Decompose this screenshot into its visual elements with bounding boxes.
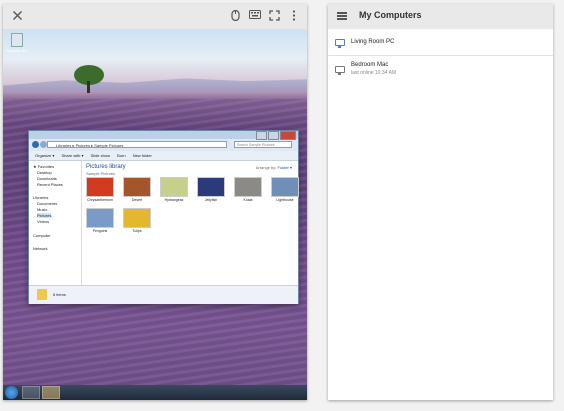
thumbnail-image	[197, 177, 225, 197]
wallpaper-mountains	[3, 78, 307, 91]
organize-menu[interactable]: Organize ▾	[35, 153, 54, 158]
computer-item-bedroom[interactable]: Bedroom Mac last online 10:34 AM	[328, 61, 553, 89]
folder-icon	[37, 289, 47, 300]
thumbnail-item[interactable]: Lighthouse	[271, 177, 299, 202]
computers-panel: My Computers Living Room PC Bedroom Mac …	[328, 4, 553, 400]
explorer-titlebar[interactable]	[29, 131, 298, 140]
thumbnail-item[interactable]: Penguins	[86, 208, 114, 233]
arrange-by-label: Arrange by:	[255, 165, 277, 170]
thumbnail-item[interactable]: Tulips	[123, 208, 151, 233]
recycle-bin-label: Recycle Bin	[6, 48, 28, 53]
burn-button[interactable]: Burn	[117, 153, 125, 158]
nav-network[interactable]: Network	[33, 246, 48, 251]
thumbnail-image	[123, 177, 151, 197]
arrange-by-value[interactable]: Folder ▾	[278, 165, 292, 170]
windows-taskbar	[3, 385, 307, 400]
window-close-button[interactable]	[280, 131, 296, 140]
recycle-bin-icon	[11, 33, 23, 47]
app-header: My Computers	[328, 4, 553, 29]
thumbnail-image	[271, 177, 299, 197]
remote-desktop[interactable]: Recycle Bin Libraries ▸ Pictures ▸ Sampl…	[3, 29, 307, 400]
thumbnail-item[interactable]: Koala	[234, 177, 262, 202]
keyboard-icon[interactable]	[248, 10, 261, 23]
close-icon[interactable]	[11, 10, 24, 23]
arrange-by[interactable]: Arrange by: Folder ▾	[256, 165, 292, 170]
library-subtitle: Sample Pictures	[86, 171, 116, 176]
explorer-details-pane: 8 items	[29, 285, 298, 304]
thumbnail-caption: Lighthouse	[276, 198, 294, 202]
explorer-nav-pane: ★ Favorites Desktop Downloads Recent Pla…	[29, 161, 82, 285]
taskbar-explorer[interactable]	[42, 386, 60, 399]
computer-name: Living Room PC	[351, 39, 395, 45]
slide-show-button[interactable]: Slide show	[91, 153, 110, 158]
explorer-search-input[interactable]: Search Sample Pictures	[234, 141, 292, 148]
nav-videos[interactable]: Videos	[37, 219, 49, 224]
nav-favorites[interactable]: ★ Favorites	[33, 164, 54, 169]
start-button[interactable]	[5, 386, 18, 399]
thumbnail-image	[86, 177, 114, 197]
nav-documents[interactable]: Documents	[37, 201, 57, 206]
thumbnail-item[interactable]: Hydrangeas	[160, 177, 188, 202]
nav-recent-places[interactable]: Recent Places	[37, 182, 63, 187]
share-with-menu[interactable]: Share with ▾	[61, 153, 83, 158]
menu-icon[interactable]	[337, 12, 347, 20]
page-title: My Computers	[359, 10, 422, 20]
thumbnail-caption: Tulips	[132, 229, 142, 233]
thumbnail-item[interactable]: Jellyfish	[197, 177, 225, 202]
computer-name: Bedroom Mac	[351, 62, 389, 68]
explorer-window[interactable]: Libraries ▸ Pictures ▸ Sample Pictures S…	[28, 130, 299, 304]
library-title: Pictures library	[86, 164, 126, 170]
explorer-content: Pictures library Sample Pictures Arrange…	[82, 161, 299, 285]
new-folder-button[interactable]: New folder	[133, 153, 152, 158]
nav-downloads[interactable]: Downloads	[37, 176, 57, 181]
nav-music[interactable]: Music	[37, 207, 47, 212]
thumbnail-caption: Penguins	[92, 229, 108, 233]
minimize-button[interactable]	[256, 131, 267, 140]
maximize-button[interactable]	[268, 131, 279, 140]
item-count: 8 items	[53, 292, 66, 297]
thumbnail-caption: Desert	[131, 198, 143, 202]
fullscreen-icon[interactable]	[268, 10, 281, 23]
computer-status: last online 10:34 AM	[351, 70, 397, 76]
taskbar-ie[interactable]	[22, 386, 40, 399]
thumbnail-image	[160, 177, 188, 197]
thumbnail-item[interactable]: Desert	[123, 177, 151, 202]
session-toolbar	[3, 4, 307, 29]
thumbnail-item[interactable]: Chrysanthemum	[86, 177, 114, 202]
list-divider	[328, 55, 553, 56]
thumbnail-image	[234, 177, 262, 197]
explorer-command-bar: Organize ▾ Share with ▾ Slide show Burn …	[29, 151, 298, 161]
recycle-bin-desktop-icon[interactable]: Recycle Bin	[6, 33, 28, 53]
thumbnail-image	[86, 208, 114, 228]
thumbnail-image	[123, 208, 151, 228]
more-vert-icon[interactable]	[287, 10, 300, 23]
back-button[interactable]	[32, 141, 39, 148]
nav-pictures[interactable]: Pictures	[37, 213, 52, 218]
thumbnail-caption: Jellyfish	[204, 198, 218, 202]
thumbnail-caption: Hydrangeas	[164, 198, 184, 202]
nav-computer[interactable]: Computer	[33, 233, 51, 238]
nav-desktop[interactable]: Desktop	[37, 170, 52, 175]
computer-item-living-room[interactable]: Living Room PC	[328, 35, 553, 63]
wallpaper-tree-trunk	[87, 81, 90, 93]
mouse-icon[interactable]	[229, 9, 242, 23]
forward-button[interactable]	[40, 141, 47, 148]
address-bar[interactable]: Libraries ▸ Pictures ▸ Sample Pictures	[47, 141, 227, 148]
monitor-icon	[335, 39, 345, 48]
nav-libraries[interactable]: Libraries	[33, 195, 48, 200]
remote-session-panel: Recycle Bin Libraries ▸ Pictures ▸ Sampl…	[3, 4, 307, 400]
thumbnail-caption: Koala	[243, 198, 253, 202]
monitor-icon	[335, 66, 345, 75]
thumbnail-caption: Chrysanthemum	[87, 198, 113, 202]
